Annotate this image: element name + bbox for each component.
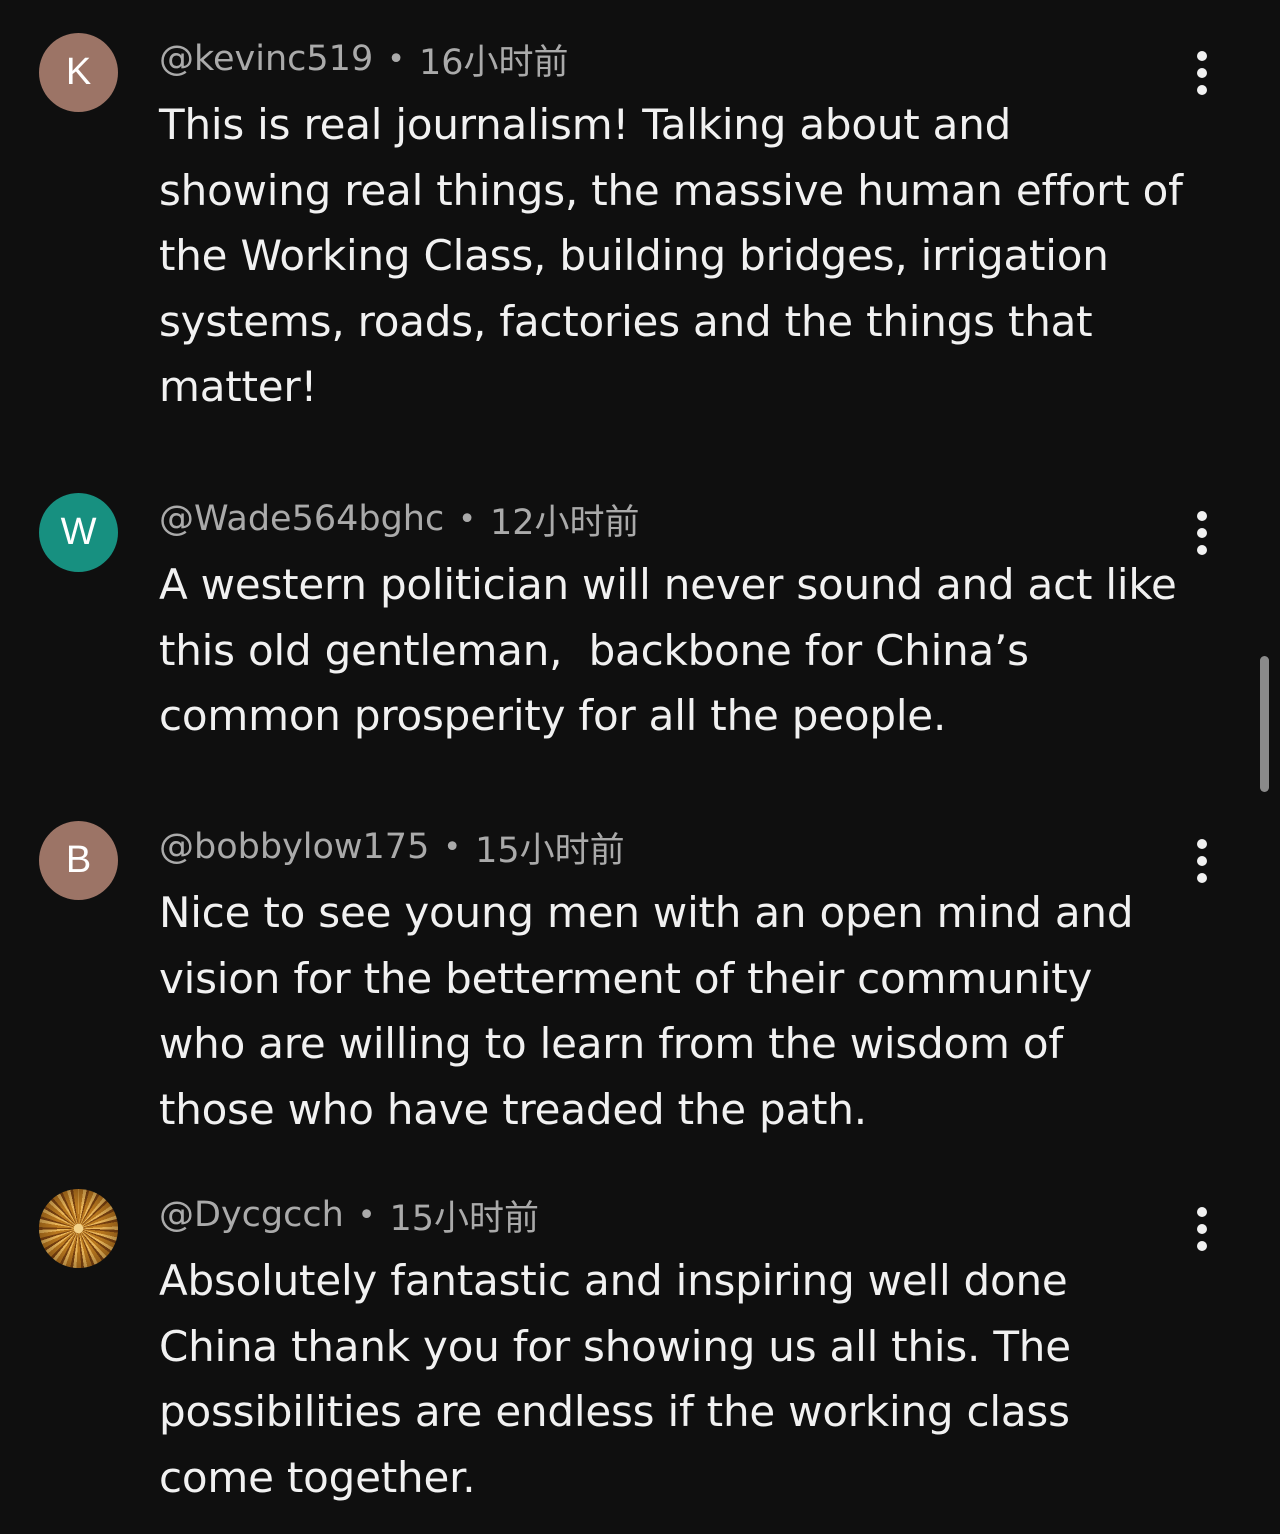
more-vertical-icon-dot — [1197, 873, 1207, 883]
meta-separator: • — [458, 501, 476, 537]
comment-text-line: the Working Class, building bridges, irr… — [159, 231, 1109, 280]
comment-text-line: who are willing to learn from the wisdom… — [159, 1019, 1063, 1068]
avatar[interactable]: W — [39, 493, 118, 572]
comment-author-handle[interactable]: @kevinc519 — [159, 39, 373, 79]
more-options-button[interactable] — [1182, 831, 1222, 891]
comment-meta: @Wade564bghc • 12小时前 — [159, 497, 639, 543]
comment-meta: @kevinc519 • 16小时前 — [159, 37, 568, 83]
meta-separator: • — [387, 41, 405, 77]
more-options-button[interactable] — [1182, 43, 1222, 103]
avatar-letter: W — [60, 511, 97, 553]
comment-text-line: A western politician will never sound an… — [159, 560, 1177, 609]
comment-text-line: China thank you for showing us all this.… — [159, 1321, 1071, 1371]
avatar[interactable]: B — [39, 821, 118, 900]
comment-text-line: this old gentleman, backbone for China’s — [159, 625, 1029, 675]
avatar[interactable]: K — [39, 33, 118, 112]
comment-text-line: come together. — [159, 1452, 476, 1502]
comment-timestamp[interactable]: 16小时前 — [419, 34, 569, 85]
more-vertical-icon — [1197, 51, 1207, 61]
more-vertical-icon-dot — [1197, 1224, 1207, 1234]
more-options-button[interactable] — [1182, 503, 1222, 563]
comment-author-handle[interactable]: @Wade564bghc — [159, 499, 444, 539]
comment-text-line: Absolutely fantastic and inspiring well … — [159, 1256, 1068, 1305]
comment-text-line: showing real things, the massive human e… — [159, 165, 1183, 215]
scrollbar[interactable] — [1260, 656, 1269, 792]
more-vertical-icon-dot — [1197, 85, 1207, 95]
comment-text-line: possibilities are endless if the working… — [159, 1387, 1070, 1436]
comment-timestamp[interactable]: 15小时前 — [390, 1190, 540, 1241]
comment-timestamp[interactable]: 12小时前 — [490, 494, 640, 545]
avatar-letter: K — [65, 51, 92, 93]
more-vertical-icon — [1197, 839, 1207, 849]
avatar[interactable] — [39, 1189, 118, 1268]
more-vertical-icon-dot — [1197, 545, 1207, 555]
comment-list: K @kevinc519 • 16小时前 This is real journa… — [0, 0, 1280, 1534]
more-vertical-icon-dot — [1197, 1241, 1207, 1251]
more-vertical-icon-dot — [1197, 68, 1207, 78]
comment-text: Absolutely fantastic and inspiring well … — [159, 1248, 1209, 1510]
more-options-button[interactable] — [1182, 1199, 1222, 1259]
comment-text: A western politician will never sound an… — [159, 552, 1209, 749]
comment-timestamp[interactable]: 15小时前 — [475, 822, 625, 873]
comment-text-line: matter! — [159, 362, 318, 411]
comment-text-line: Nice to see young men with an open mind … — [159, 888, 1134, 937]
more-vertical-icon-dot — [1197, 856, 1207, 866]
avatar-letter: B — [65, 839, 92, 881]
comment-text-line: those who have treaded the path. — [159, 1084, 867, 1134]
more-vertical-icon — [1197, 1207, 1207, 1217]
comment-text-line: systems, roads, factories and the things… — [159, 296, 1093, 346]
comment-meta: @Dycgcch • 15小时前 — [159, 1193, 539, 1239]
meta-separator: • — [357, 1197, 376, 1233]
comment-text: Nice to see young men with an open mind … — [159, 880, 1209, 1142]
more-vertical-icon-dot — [1197, 528, 1207, 538]
comment-author-handle[interactable]: @bobbylow175 — [159, 827, 429, 867]
comment-author-handle[interactable]: @Dycgcch — [159, 1195, 344, 1235]
comment-text-line: common prosperity for all the people. — [159, 691, 947, 740]
comment-meta: @bobbylow175 • 15小时前 — [159, 825, 625, 871]
comment-text-line: vision for the betterment of their commu… — [159, 953, 1093, 1003]
more-vertical-icon — [1197, 511, 1207, 521]
comment-text-line: This is real journalism! Talking about a… — [159, 100, 1012, 149]
meta-separator: • — [443, 829, 462, 865]
comment-text: This is real journalism! Talking about a… — [159, 92, 1209, 420]
